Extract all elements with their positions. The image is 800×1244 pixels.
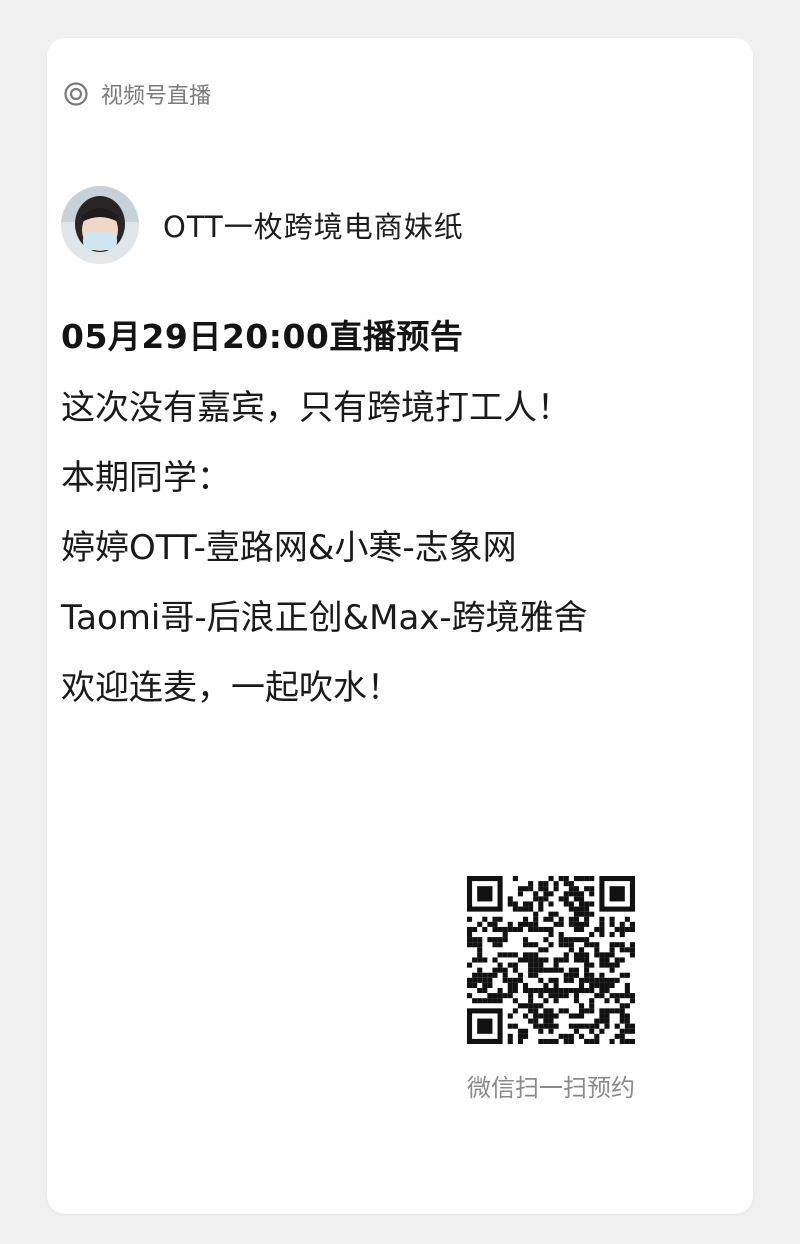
avatar-image: [61, 186, 139, 264]
event-description: 这次没有嘉宾，只有跨境打工人！ 本期同学： 婷婷OTT-壹路网&小寒-志象网 T…: [61, 383, 641, 733]
channel-live-header: 视频号直播: [63, 78, 211, 110]
live-target-icon: [64, 82, 88, 106]
author-row[interactable]: OTT一枚跨境电商妹纸: [61, 186, 464, 264]
qr-caption: 微信扫一扫预约: [467, 1074, 635, 1102]
description-line: Taomi哥-后浪正创&Max-跨境雅舍: [61, 598, 588, 638]
qr-code-image: [467, 876, 635, 1044]
description-line: 婷婷OTT-壹路网&小寒-志象网: [61, 528, 517, 568]
description-line: 这次没有嘉宾，只有跨境打工人！: [61, 388, 571, 428]
description-line: 本期同学：: [61, 458, 231, 498]
description-line: 欢迎连麦，一起吹水！: [61, 668, 401, 708]
author-name[interactable]: OTT一枚跨境电商妹纸: [163, 204, 464, 246]
source-label: 视频号直播: [101, 84, 212, 109]
avatar[interactable]: [61, 186, 139, 264]
event-title: 05月29日20:00直播预告: [61, 317, 464, 356]
qr-code[interactable]: [467, 876, 635, 1044]
